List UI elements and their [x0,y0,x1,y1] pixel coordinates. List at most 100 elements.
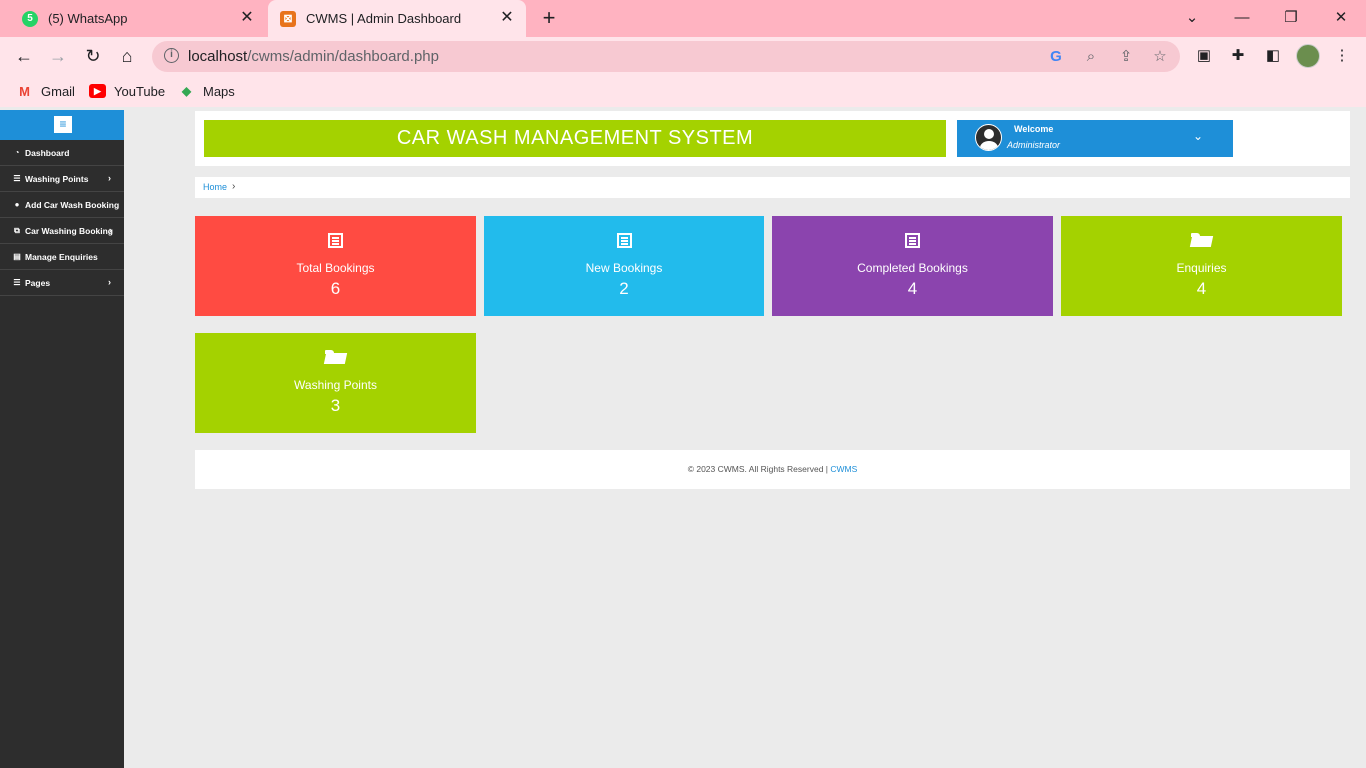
sidebar-item-label: Pages [25,277,51,288]
url-text[interactable]: localhost/cwms/admin/dashboard.php [188,48,439,65]
forward-button[interactable]: → [46,44,70,68]
url-path: /cwms/admin/dashboard.php [247,48,439,65]
page-title: CAR WASH MANAGEMENT SYSTEM [204,120,946,157]
tab-title: CWMS | Admin Dashboard [306,11,462,26]
minimize-button[interactable]: — [1230,6,1254,30]
user-role: Administrator [1007,140,1061,150]
card-label: Enquiries [1176,261,1227,275]
tab-cwms[interactable]: ⊠ CWMS | Admin Dashboard ✕ [268,0,526,37]
menu-icon[interactable]: ⋮ [1332,46,1352,66]
zoom-icon[interactable]: ⌕ [1081,47,1101,67]
whatsapp-icon: 5 [22,10,38,27]
sidebar-item-label: Washing Points [25,173,89,184]
hamburger-icon[interactable]: ≡ [54,116,72,133]
folder-open-icon [1191,233,1212,247]
chevron-right-icon: › [232,181,236,192]
gmail-icon: M [19,83,30,99]
sidebar-item-label: Add Car Wash Booking [25,199,120,210]
new-tab-button[interactable]: + [538,7,560,30]
browser-toolbar: ← → ↻ ⌂ i localhost/cwms/admin/dashboard… [0,37,1366,75]
google-icon[interactable]: G [1046,47,1066,67]
bookmark-star-icon[interactable]: ☆ [1150,47,1170,67]
footer: © 2023 CWMS. All Rights Reserved | CWMS [195,450,1350,489]
side-panel-icon[interactable]: ◧ [1263,46,1283,66]
card-label: Completed Bookings [857,261,968,275]
sidebar-item-label: Dashboard [25,147,70,158]
back-button[interactable]: ← [12,44,36,68]
list-icon [616,233,632,248]
bookmark-label: Maps [203,83,235,99]
sidebar-item-washing-points[interactable]: ☰ Washing Points › [0,166,124,192]
bookmark-youtube[interactable]: ▶ YouTube [89,82,165,100]
card-label: New Bookings [585,261,663,275]
sidebar-item-label: Car Washing Booking [25,225,113,236]
tab-search-icon[interactable]: ⌄ [1180,6,1204,30]
card-value: 6 [330,279,341,298]
card-washing-points[interactable]: Washing Points 3 [195,333,476,433]
sidebar: ≡ ◔ Dashboard ☰ Washing Points › ● Add C… [0,110,124,768]
file-icon: ▤ [13,252,21,261]
xampp-icon: ⊠ [280,10,296,27]
card-value: 4 [1196,279,1207,298]
share-icon[interactable]: ⇪ [1116,47,1136,67]
sidebar-item-label: Manage Enquiries [25,251,98,262]
list-icon [905,233,920,248]
bookmark-label: YouTube [114,83,166,99]
puzzle-icon[interactable]: ✚ [1228,46,1248,66]
card-label: Total Bookings [296,261,375,275]
list-icon: ☰ [13,278,21,287]
bookmark-label: Gmail [41,83,75,99]
site-info-icon[interactable]: i [164,48,179,63]
card-label: Washing Points [294,378,377,392]
folder-open-icon [325,350,346,364]
footer-link[interactable]: CWMS [830,464,857,474]
bookmarks-bar: M Gmail ▶ YouTube ◆ Maps [0,75,1366,107]
youtube-icon: ▶ [89,84,106,98]
restore-button[interactable]: ❐ [1279,6,1303,30]
close-icon[interactable]: ✕ [498,9,516,27]
sidebar-header: ≡ [0,110,124,140]
footer-text: © 2023 CWMS. All Rights Reserved | [687,464,831,474]
user-dropdown[interactable]: Welcome Administrator ⌄ [957,120,1233,157]
url-host: localhost [188,48,248,65]
close-icon[interactable]: ✕ [238,9,256,27]
chevron-down-icon[interactable]: ⌄ [1193,129,1203,143]
chevron-right-icon: › [108,173,111,183]
card-enquiries[interactable]: Enquiries 4 [1061,216,1342,316]
card-total-bookings[interactable]: Total Bookings 6 [195,216,476,316]
chevron-right-icon: › [109,225,112,235]
user-icon: ● [14,200,20,209]
card-value: 4 [907,279,918,298]
card-value: 2 [619,279,629,298]
home-button[interactable]: ⌂ [115,44,139,68]
profile-avatar[interactable] [1296,44,1320,68]
list-icon: ☰ [13,174,21,183]
breadcrumb: Home › [195,177,1350,198]
welcome-text: Welcome [1014,124,1054,134]
list-icon [328,233,343,248]
close-window-button[interactable]: ✕ [1329,6,1353,30]
tab-title: (5) WhatsApp [48,11,128,26]
tab-whatsapp[interactable]: 5 (5) WhatsApp ✕ [0,0,266,37]
breadcrumb-home[interactable]: Home [203,182,227,192]
dashboard-icon: ◔ [14,148,20,157]
address-bar[interactable]: i localhost/cwms/admin/dashboard.php G ⌕… [152,41,1180,72]
sidebar-item-pages[interactable]: ☰ Pages › [0,270,124,296]
sidebar-item-manage-enquiries[interactable]: ▤ Manage Enquiries [0,244,124,270]
maps-icon: ◆ [181,84,192,98]
sidebar-item-add-car-wash-booking[interactable]: ● Add Car Wash Booking [0,192,124,218]
bookmark-maps[interactable]: ◆ Maps [178,82,235,100]
extension-icon[interactable]: ▣ [1194,46,1214,66]
sidebar-item-dashboard[interactable]: ◔ Dashboard [0,140,124,166]
reload-button[interactable]: ↻ [81,44,105,68]
bookmark-gmail[interactable]: M Gmail [16,82,75,100]
page-header: CAR WASH MANAGEMENT SYSTEM Welcome Admin… [195,111,1350,166]
chevron-right-icon: › [108,277,111,287]
copy-icon: ⧉ [14,225,20,235]
card-completed-bookings[interactable]: Completed Bookings 4 [772,216,1053,316]
browser-tabstrip: 5 (5) WhatsApp ✕ ⊠ CWMS | Admin Dashboar… [0,0,1366,37]
card-value: 3 [330,396,341,415]
avatar [975,124,1002,151]
card-new-bookings[interactable]: New Bookings 2 [484,216,764,316]
sidebar-item-car-washing-booking[interactable]: ⧉ Car Washing Booking › [0,218,124,244]
